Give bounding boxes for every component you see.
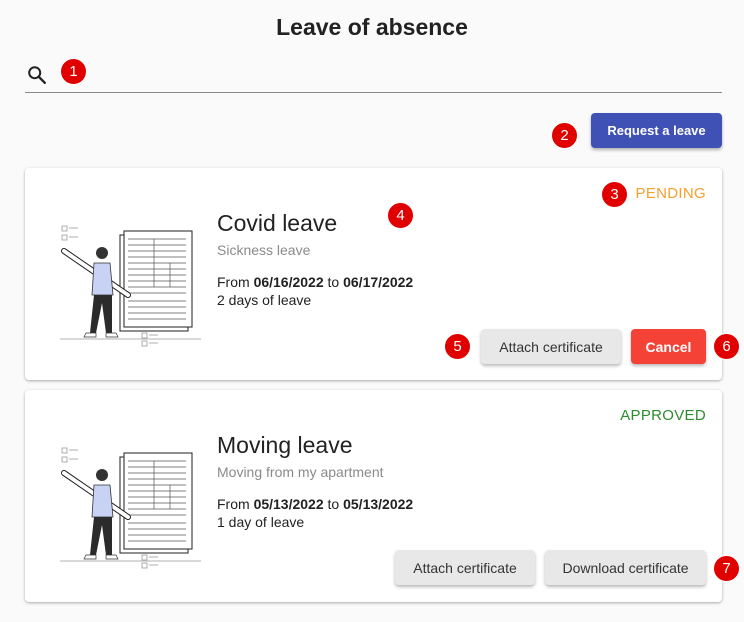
attach-certificate-button[interactable]: Attach certificate bbox=[395, 550, 535, 585]
request-leave-button[interactable]: Request a leave bbox=[591, 113, 722, 148]
leave-duration: 1 day of leave bbox=[217, 514, 305, 530]
to-date: 06/17/2022 bbox=[343, 274, 414, 290]
search-bar bbox=[25, 58, 722, 93]
to-date: 05/13/2022 bbox=[343, 496, 414, 512]
from-label: From bbox=[217, 274, 250, 290]
from-date: 06/16/2022 bbox=[253, 274, 324, 290]
person-with-pencil-illustration bbox=[60, 225, 201, 347]
leave-date-range: From 05/13/2022 to 05/13/2022 bbox=[217, 496, 413, 512]
annotation-marker-5: 5 bbox=[444, 333, 471, 360]
cancel-button[interactable]: Cancel bbox=[631, 329, 706, 364]
status-badge: PENDING bbox=[635, 185, 706, 202]
search-input[interactable] bbox=[59, 62, 709, 88]
to-label: to bbox=[327, 496, 340, 512]
to-label: to bbox=[327, 274, 340, 290]
status-badge: APPROVED bbox=[620, 407, 706, 424]
search-icon[interactable] bbox=[26, 64, 48, 86]
page-title: Leave of absence bbox=[276, 14, 468, 40]
leave-title: Covid leave bbox=[217, 210, 338, 236]
leave-duration: 2 days of leave bbox=[217, 292, 312, 308]
annotation-marker-6: 6 bbox=[713, 333, 740, 360]
from-date: 05/13/2022 bbox=[253, 496, 324, 512]
leave-subtitle: Moving from my apartment bbox=[217, 464, 384, 480]
leave-title: Moving leave bbox=[217, 432, 353, 458]
from-label: From bbox=[217, 496, 250, 512]
annotation-marker-3: 3 bbox=[601, 181, 628, 208]
annotation-marker-7: 7 bbox=[713, 555, 740, 582]
annotation-marker-4: 4 bbox=[387, 202, 414, 229]
leave-date-range: From 06/16/2022 to 06/17/2022 bbox=[217, 274, 413, 290]
leave-subtitle: Sickness leave bbox=[217, 242, 311, 258]
leave-card-moving: APPROVED Moving leave Moving from my apa… bbox=[25, 390, 722, 602]
annotation-marker-1: 1 bbox=[60, 58, 87, 85]
annotation-marker-2: 2 bbox=[551, 122, 578, 149]
download-certificate-button[interactable]: Download certificate bbox=[545, 550, 706, 585]
person-with-pencil-illustration bbox=[60, 447, 201, 569]
leave-of-absence-page: Leave of absence Request a leave PENDING… bbox=[0, 0, 744, 622]
attach-certificate-button[interactable]: Attach certificate bbox=[481, 329, 621, 364]
